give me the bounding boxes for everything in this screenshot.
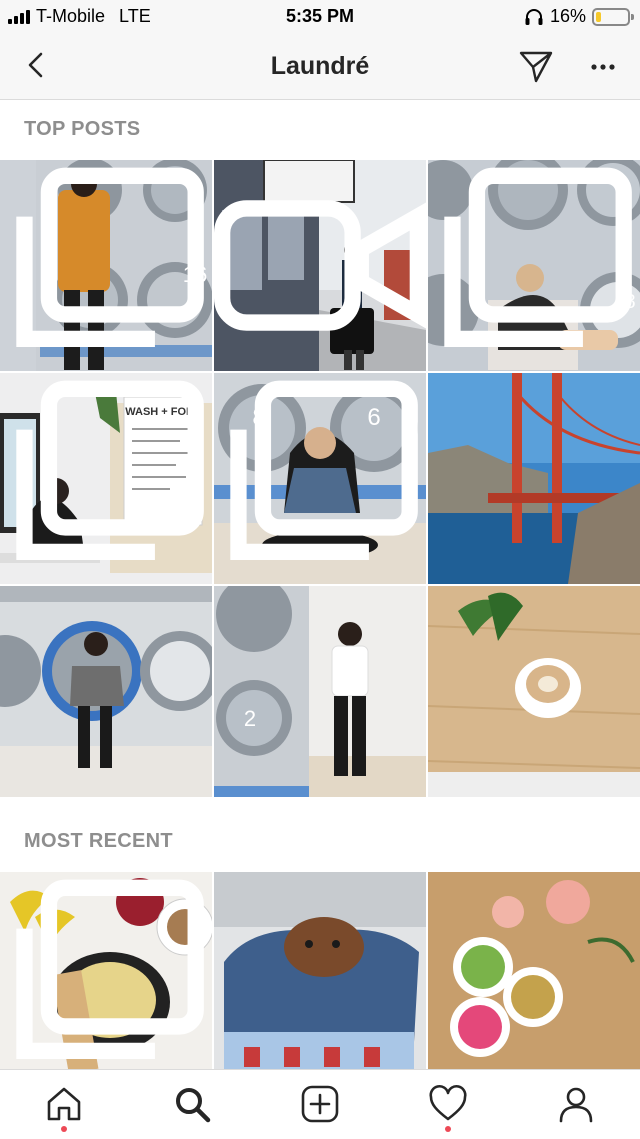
notification-dot xyxy=(61,1126,67,1132)
battery-fill xyxy=(596,11,601,22)
hashtag-header: Laundré xyxy=(0,34,640,100)
post-thumbnail[interactable]: 8 6 xyxy=(214,373,426,584)
post-image xyxy=(214,872,426,1083)
video-icon xyxy=(214,200,426,331)
top-posts-label: TOP POSTS xyxy=(24,118,141,140)
post-thumbnail[interactable] xyxy=(428,373,640,584)
tab-profile[interactable] xyxy=(554,1082,598,1126)
battery-percent: 16% xyxy=(549,6,586,26)
post-thumbnail[interactable] xyxy=(0,586,212,797)
tab-home[interactable] xyxy=(42,1082,86,1132)
heart-icon xyxy=(429,1084,467,1121)
multiple-posts-icon xyxy=(16,380,204,561)
top-posts-grid: 16 8 WASH + FOLD 8 6 2 xyxy=(0,160,640,797)
tab-bar xyxy=(0,1069,640,1139)
multiple-posts-icon xyxy=(444,167,632,348)
post-thumbnail[interactable] xyxy=(0,872,212,1083)
post-thumbnail[interactable] xyxy=(428,872,640,1083)
search-icon xyxy=(176,1088,211,1123)
battery-icon xyxy=(592,7,634,26)
direct-send-icon[interactable] xyxy=(518,48,554,84)
overlay-text: 2 xyxy=(244,706,256,731)
post-image xyxy=(428,872,640,1083)
add-post-icon xyxy=(301,1085,339,1123)
notification-dot xyxy=(445,1126,451,1132)
multiple-posts-icon xyxy=(16,879,204,1060)
post-thumbnail[interactable] xyxy=(214,160,426,371)
most-recent-label: MOST RECENT xyxy=(24,830,173,852)
tab-new-post[interactable] xyxy=(298,1082,342,1126)
post-thumbnail[interactable] xyxy=(214,872,426,1083)
home-icon xyxy=(47,1087,81,1121)
more-dots-icon[interactable] xyxy=(588,52,618,82)
multiple-posts-icon xyxy=(16,167,204,348)
most-recent-grid xyxy=(0,872,640,1083)
status-bar: T-Mobile LTE 5:35 PM 16% xyxy=(0,0,640,34)
headphones-icon xyxy=(525,8,543,25)
post-thumbnail[interactable]: 8 xyxy=(428,160,640,371)
status-right: 16% xyxy=(524,6,634,27)
multiple-posts-icon xyxy=(230,380,418,561)
post-image xyxy=(428,586,640,797)
post-thumbnail[interactable]: 16 xyxy=(0,160,212,371)
profile-icon xyxy=(559,1087,593,1123)
post-image: 2 xyxy=(214,586,426,797)
tab-search[interactable] xyxy=(170,1082,214,1126)
post-thumbnail[interactable]: WASH + FOLD xyxy=(0,373,212,584)
post-image xyxy=(0,586,212,797)
tab-activity[interactable] xyxy=(426,1082,470,1132)
post-thumbnail[interactable] xyxy=(428,586,640,797)
post-thumbnail[interactable]: 2 xyxy=(214,586,426,797)
post-image xyxy=(428,373,640,584)
